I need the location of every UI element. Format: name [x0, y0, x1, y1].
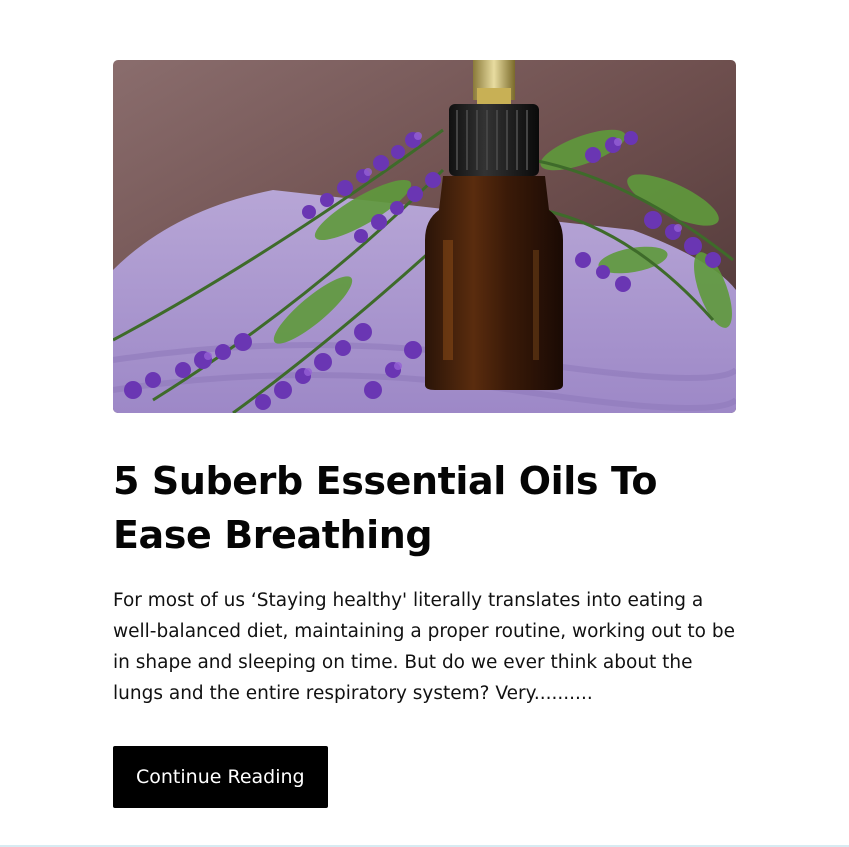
- post-excerpt: For most of us ‘Staying healthy' literal…: [113, 590, 735, 704]
- blog-post-card: 5 Suberb Essential Oils To Ease Breathin…: [113, 60, 736, 808]
- post-title[interactable]: 5 Suberb Essential Oils To Ease Breathin…: [113, 454, 736, 562]
- continue-reading-button[interactable]: Continue Reading: [113, 746, 328, 808]
- lavender-oil-image: [113, 60, 736, 413]
- featured-image[interactable]: [113, 60, 736, 413]
